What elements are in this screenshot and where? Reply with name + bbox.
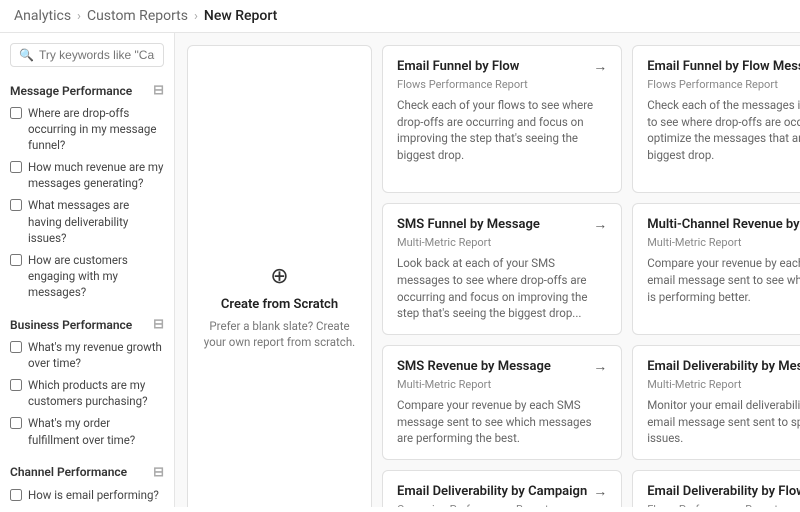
breadcrumb-sep-1: › [77, 9, 81, 24]
report-card-title: SMS Revenue by Message [397, 359, 587, 374]
report-card-header: Email Deliverability by Campaign → [397, 483, 607, 500]
report-card[interactable]: SMS Funnel by Message → Multi-Metric Repor… [382, 203, 622, 335]
sidebar-item-text: How much revenue are my messages generat… [28, 159, 164, 191]
sidebar-item[interactable]: How much revenue are my messages generat… [0, 156, 174, 194]
report-card[interactable]: Email Deliverability by Flow→ Flows Perfo… [632, 470, 800, 507]
report-card-arrow-icon: → [593, 216, 607, 233]
sidebar-checkbox-message-performance-3[interactable] [10, 254, 22, 266]
report-card-title: Email Deliverability by Flow [647, 484, 800, 499]
report-card-desc: Check each of the messages in your flows… [647, 97, 800, 164]
report-card-header: SMS Revenue by Message → [397, 358, 607, 375]
sidebar-checkbox-message-performance-2[interactable] [10, 199, 22, 211]
report-card-desc: Monitor your email deliverability by eac… [647, 397, 800, 447]
breadcrumb: Analytics › Custom Reports › New Report [0, 0, 800, 33]
report-card-title: Email Deliverability by Campaign [397, 484, 587, 499]
sidebar-section-collapse-icon-business-performance[interactable]: ⊟ [153, 317, 164, 332]
search-box[interactable]: 🔍 [10, 43, 164, 67]
sidebar-item-text: Which products are my customers purchasi… [28, 377, 164, 409]
report-card-type: Flows Performance Report [647, 503, 800, 507]
sidebar-item[interactable]: Which products are my customers purchasi… [0, 374, 174, 412]
sidebar-item[interactable]: Where are drop-offs occurring in my mess… [0, 102, 174, 156]
report-card-type: Multi-Metric Report [647, 236, 800, 249]
report-card-header: Email Deliverability by Flow→ [647, 483, 800, 500]
report-card[interactable]: Email Funnel by Flow → Flows Performance R… [382, 45, 622, 193]
report-card-header: Multi-Channel Revenue by Mess...→ [647, 216, 800, 233]
report-card-header: SMS Funnel by Message → [397, 216, 607, 233]
report-card-title: Email Funnel by Flow [397, 59, 587, 74]
sidebar-item-text: What's my order fulfillment over time? [28, 415, 164, 447]
sidebar-item[interactable]: What's my revenue growth over time? [0, 336, 174, 374]
report-card-header: Email Funnel by Flow → [397, 58, 607, 75]
sidebar-section-business-performance: Business Performance ⊟ What's my revenue g… [0, 311, 174, 451]
scratch-title: Create from Scratch [221, 297, 338, 312]
breadcrumb-analytics[interactable]: Analytics [14, 8, 71, 24]
search-input[interactable] [39, 48, 155, 62]
main-layout: 🔍 Message Performance ⊟ Where are drop-off… [0, 33, 800, 507]
breadcrumb-sep-2: › [194, 9, 198, 24]
sidebar-item-text: What's my revenue growth over time? [28, 339, 164, 371]
sidebar-item-text: Where are drop-offs occurring in my mess… [28, 105, 164, 153]
search-icon: 🔍 [19, 48, 34, 62]
sidebar-section-header-message-performance: Message Performance ⊟ [0, 77, 174, 102]
sidebar-item[interactable]: What messages are having deliverability … [0, 194, 174, 248]
report-card-header: Email Deliverability by Message→ [647, 358, 800, 375]
report-card-type: Flows Performance Report [397, 78, 607, 91]
sidebar-item[interactable]: How is email performing? [0, 484, 174, 506]
report-card[interactable]: SMS Revenue by Message → Multi-Metric Repo… [382, 345, 622, 460]
create-scratch-card[interactable]: ⊕ Create from Scratch Prefer a blank sla… [187, 45, 372, 507]
report-card-arrow-icon: → [593, 58, 607, 75]
sidebar-item[interactable]: What's my order fulfillment over time? [0, 412, 174, 450]
sidebar-section-channel-performance: Channel Performance ⊟ How is email perform… [0, 459, 174, 507]
report-card-title: SMS Funnel by Message [397, 217, 587, 232]
sidebar-section-collapse-icon-message-performance[interactable]: ⊟ [153, 83, 164, 98]
breadcrumb-new-report: New Report [204, 8, 277, 24]
scratch-plus-icon: ⊕ [270, 264, 288, 289]
report-card-type: Multi-Metric Report [397, 378, 607, 391]
sidebar-checkbox-message-performance-1[interactable] [10, 161, 22, 173]
report-card-title: Email Deliverability by Message [647, 359, 800, 374]
sidebar: 🔍 Message Performance ⊟ Where are drop-off… [0, 33, 175, 507]
sidebar-item[interactable]: How is SMS performing? [0, 506, 174, 507]
sidebar-item[interactable]: How are customers engaging with my messa… [0, 249, 174, 303]
report-card-title: Multi-Channel Revenue by Mess... [647, 217, 800, 232]
sidebar-checkbox-business-performance-1[interactable] [10, 379, 22, 391]
report-card-arrow-icon: → [593, 358, 607, 375]
report-card-type: Multi-Metric Report [397, 236, 607, 249]
sidebar-sections: Message Performance ⊟ Where are drop-offs … [0, 77, 174, 507]
report-card-title: Email Funnel by Flow Message [647, 59, 800, 74]
sidebar-section-header-channel-performance: Channel Performance ⊟ [0, 459, 174, 484]
report-card-arrow-icon: → [593, 483, 607, 500]
report-card-header: Email Funnel by Flow Message→ [647, 58, 800, 75]
report-card[interactable]: Email Deliverability by Campaign → Campaig… [382, 470, 622, 507]
sidebar-section-label-channel-performance: Channel Performance [10, 465, 127, 479]
sidebar-section-label-business-performance: Business Performance [10, 318, 132, 332]
sidebar-checkbox-business-performance-0[interactable] [10, 341, 22, 353]
report-card-desc: Compare your revenue by each SMS and ema… [647, 255, 800, 305]
scratch-desc: Prefer a blank slate? Create your own re… [202, 318, 357, 350]
report-card[interactable]: Multi-Channel Revenue by Mess...→ Multi-M… [632, 203, 800, 335]
cards-grid: ⊕ Create from Scratch Prefer a blank sla… [187, 45, 788, 507]
search-wrap: 🔍 [0, 43, 174, 77]
breadcrumb-custom-reports[interactable]: Custom Reports [87, 8, 188, 24]
report-card-desc: Check each of your flows to see where dr… [397, 97, 607, 164]
report-card-desc: Look back at each of your SMS messages t… [397, 255, 607, 322]
sidebar-item-text: How is email performing? [28, 487, 159, 503]
report-card-type: Flows Performance Report [647, 78, 800, 91]
sidebar-item-text: How are customers engaging with my messa… [28, 252, 164, 300]
report-card[interactable]: Email Funnel by Flow Message→ Flows Perfo… [632, 45, 800, 193]
sidebar-checkbox-business-performance-2[interactable] [10, 417, 22, 429]
sidebar-section-header-business-performance: Business Performance ⊟ [0, 311, 174, 336]
sidebar-section-collapse-icon-channel-performance[interactable]: ⊟ [153, 465, 164, 480]
sidebar-section-label-message-performance: Message Performance [10, 84, 132, 98]
report-card-type: Campaign Performance Report [397, 503, 607, 507]
sidebar-section-message-performance: Message Performance ⊟ Where are drop-offs … [0, 77, 174, 303]
report-card-desc: Compare your revenue by each SMS message… [397, 397, 607, 447]
sidebar-checkbox-channel-performance-0[interactable] [10, 489, 22, 501]
sidebar-checkbox-message-performance-0[interactable] [10, 107, 22, 119]
content-area: ⊕ Create from Scratch Prefer a blank sla… [175, 33, 800, 507]
report-card-type: Multi-Metric Report [647, 378, 800, 391]
sidebar-item-text: What messages are having deliverability … [28, 197, 164, 245]
report-card[interactable]: Email Deliverability by Message→ Multi-Me… [632, 345, 800, 460]
